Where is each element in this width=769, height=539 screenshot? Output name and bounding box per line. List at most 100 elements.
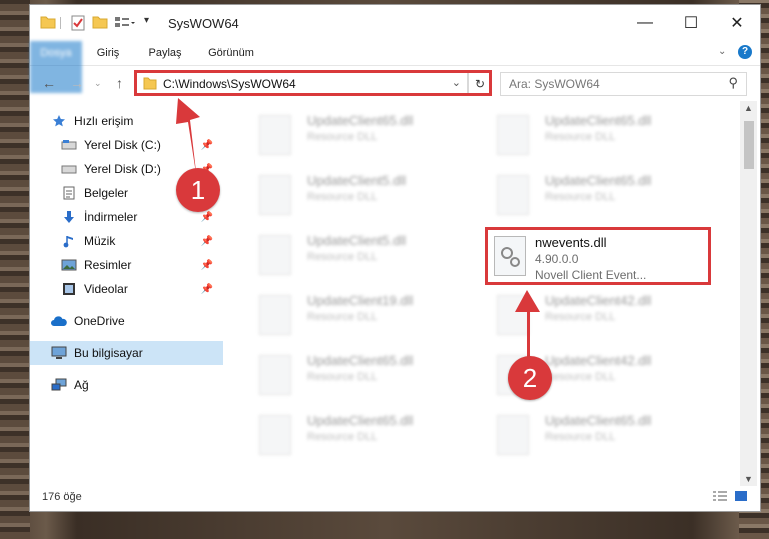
pin-icon[interactable]: 📌 bbox=[201, 260, 213, 271]
minimize-button[interactable]: — bbox=[622, 5, 668, 41]
sidebar-item-label: Yerel Disk (C:) bbox=[84, 138, 161, 152]
dll-file-icon bbox=[494, 236, 526, 276]
file-type: Resource DLL bbox=[545, 311, 616, 323]
step-badge-2: 2 bbox=[508, 356, 552, 400]
file-name: UpdateClient42.dll bbox=[545, 353, 652, 368]
maximize-button[interactable]: ☐ bbox=[668, 5, 714, 41]
new-folder-icon[interactable] bbox=[92, 15, 108, 31]
file-name: UpdateClient65.dll bbox=[307, 353, 414, 368]
ribbon: Dosya Giriş Paylaş Görünüm ⌄ ? bbox=[30, 41, 760, 93]
list-item[interactable]: UpdateClient65.dll Resource DLL bbox=[483, 169, 713, 221]
picture-icon bbox=[60, 257, 78, 273]
pin-icon[interactable]: 📌 bbox=[201, 236, 213, 247]
file-type: Resource DLL bbox=[545, 371, 616, 383]
music-icon bbox=[60, 233, 78, 249]
file-name: UpdateClient19.dll bbox=[307, 293, 414, 308]
details-view-icon[interactable] bbox=[712, 490, 728, 505]
dll-file-icon bbox=[259, 415, 291, 455]
highlighted-file-nwevents[interactable]: nwevents.dll 4.90.0.0 Novell Client Even… bbox=[485, 227, 711, 285]
step-badge-1: 1 bbox=[176, 168, 220, 212]
file-list: UpdateClient65.dll Resource DLL UpdateCl… bbox=[235, 105, 740, 475]
file-type: Resource DLL bbox=[307, 191, 378, 203]
sidebar-item-label: Müzik bbox=[84, 234, 116, 248]
sidebar-item-label: Videolar bbox=[84, 282, 128, 296]
sidebar-item-videos[interactable]: Videolar 📌 bbox=[30, 277, 223, 301]
back-arrow-icon[interactable]: ← bbox=[42, 75, 56, 91]
sidebar-item-label: Resimler bbox=[84, 258, 132, 272]
list-item[interactable]: UpdateClient65.dll Resource DLL bbox=[483, 409, 713, 461]
file-type: Resource DLL bbox=[307, 431, 378, 443]
sidebar-item-network[interactable]: Ağ bbox=[30, 373, 223, 397]
list-item[interactable]: UpdateClient42.dll Resource DLL bbox=[483, 289, 713, 341]
dll-file-icon bbox=[259, 175, 291, 215]
sidebar-item-this-pc[interactable]: Bu bilgisayar bbox=[30, 341, 223, 365]
window-title: SysWOW64 bbox=[168, 16, 239, 31]
pin-icon[interactable]: 📌 bbox=[201, 284, 213, 295]
list-item[interactable]: UpdateClient65.dll Resource DLL bbox=[483, 109, 713, 161]
tab-share[interactable]: Paylaş bbox=[136, 41, 194, 65]
quick-access-dropdown-icon[interactable]: ▾ bbox=[144, 15, 149, 31]
dll-file-icon bbox=[497, 115, 529, 155]
sidebar-item-label: İndirmeler bbox=[84, 210, 138, 224]
dll-file-icon bbox=[259, 355, 291, 395]
help-icon[interactable]: ? bbox=[738, 45, 752, 59]
tab-home[interactable]: Giriş bbox=[82, 41, 134, 65]
list-item[interactable]: UpdateClient5.dll Resource DLL bbox=[245, 229, 475, 281]
file-description: Novell Client Event... bbox=[535, 268, 647, 282]
list-item[interactable]: UpdateClient65.dll Resource DLL bbox=[245, 349, 475, 401]
expand-ribbon-icon[interactable]: ⌄ bbox=[718, 46, 726, 57]
pin-icon[interactable]: 📌 bbox=[201, 140, 213, 151]
sidebar-item-music[interactable]: Müzik 📌 bbox=[30, 229, 223, 253]
file-type: Resource DLL bbox=[545, 191, 616, 203]
scroll-down-icon[interactable]: ▼ bbox=[744, 474, 753, 484]
file-name: UpdateClient5.dll bbox=[307, 173, 407, 188]
computer-icon bbox=[50, 345, 68, 361]
vertical-scrollbar[interactable]: ▲ ▼ bbox=[740, 101, 757, 486]
up-arrow-icon[interactable]: ↑ bbox=[116, 75, 123, 91]
search-icon[interactable]: ⚲ bbox=[728, 75, 738, 91]
file-name: UpdateClient65.dll bbox=[545, 413, 652, 428]
list-item[interactable]: UpdateClient5.dll Resource DLL bbox=[245, 169, 475, 221]
item-count: 176 öğe bbox=[42, 491, 82, 503]
sidebar-item-label: Belgeler bbox=[84, 186, 129, 200]
file-type: Resource DLL bbox=[307, 131, 378, 143]
dll-file-icon bbox=[497, 295, 529, 335]
search-placeholder: Ara: SysWOW64 bbox=[509, 77, 600, 91]
navigation-bar: ← → ⌄ ↑ C:\Windows\SysWOW64 ⌄ ↻ Ara: Sys… bbox=[30, 66, 760, 100]
large-icons-view-icon[interactable] bbox=[734, 490, 748, 505]
scroll-thumb[interactable] bbox=[744, 121, 754, 169]
close-button[interactable]: ✕ bbox=[714, 5, 760, 41]
list-item[interactable]: UpdateClient19.dll Resource DLL bbox=[245, 289, 475, 341]
dll-file-icon bbox=[497, 415, 529, 455]
folder-icon bbox=[40, 15, 56, 31]
title-bar: ▾ SysWOW64 — ☐ ✕ bbox=[30, 5, 760, 41]
file-type: Resource DLL bbox=[545, 131, 616, 143]
document-icon bbox=[60, 185, 78, 201]
list-item[interactable]: UpdateClient65.dll Resource DLL bbox=[245, 109, 475, 161]
forward-arrow-icon[interactable]: → bbox=[70, 75, 84, 91]
search-box[interactable]: Ara: SysWOW64 ⚲ bbox=[500, 72, 747, 96]
dll-file-icon bbox=[259, 295, 291, 335]
scroll-up-icon[interactable]: ▲ bbox=[744, 103, 753, 113]
tab-view[interactable]: Görünüm bbox=[196, 41, 266, 65]
sidebar-item-onedrive[interactable]: OneDrive bbox=[30, 309, 223, 333]
view-options-icon[interactable] bbox=[114, 15, 136, 31]
file-type: Resource DLL bbox=[307, 311, 378, 323]
cloud-icon bbox=[50, 313, 68, 329]
file-type: Resource DLL bbox=[307, 251, 378, 263]
video-icon bbox=[60, 281, 78, 297]
file-name: UpdateClient65.dll bbox=[307, 113, 414, 128]
dll-file-icon bbox=[259, 115, 291, 155]
sidebar-item-local-disk-c[interactable]: Yerel Disk (C:) 📌 bbox=[30, 133, 223, 157]
sidebar-item-pictures[interactable]: Resimler 📌 bbox=[30, 253, 223, 277]
file-name: UpdateClient5.dll bbox=[307, 233, 407, 248]
properties-icon[interactable] bbox=[70, 15, 86, 31]
sidebar-item-label: Ağ bbox=[74, 378, 89, 392]
navigation-pane: Hızlı erişim Yerel Disk (C:) 📌 Yerel Dis… bbox=[30, 105, 225, 465]
explorer-window: ▾ SysWOW64 — ☐ ✕ Dosya Giriş Paylaş Görü… bbox=[30, 5, 760, 511]
sidebar-item-quick-access[interactable]: Hızlı erişim bbox=[30, 109, 223, 133]
pin-icon[interactable]: 📌 bbox=[201, 212, 213, 223]
dll-file-icon bbox=[259, 235, 291, 275]
recent-locations-icon[interactable]: ⌄ bbox=[94, 78, 102, 89]
list-item[interactable]: UpdateClient65.dll Resource DLL bbox=[245, 409, 475, 461]
